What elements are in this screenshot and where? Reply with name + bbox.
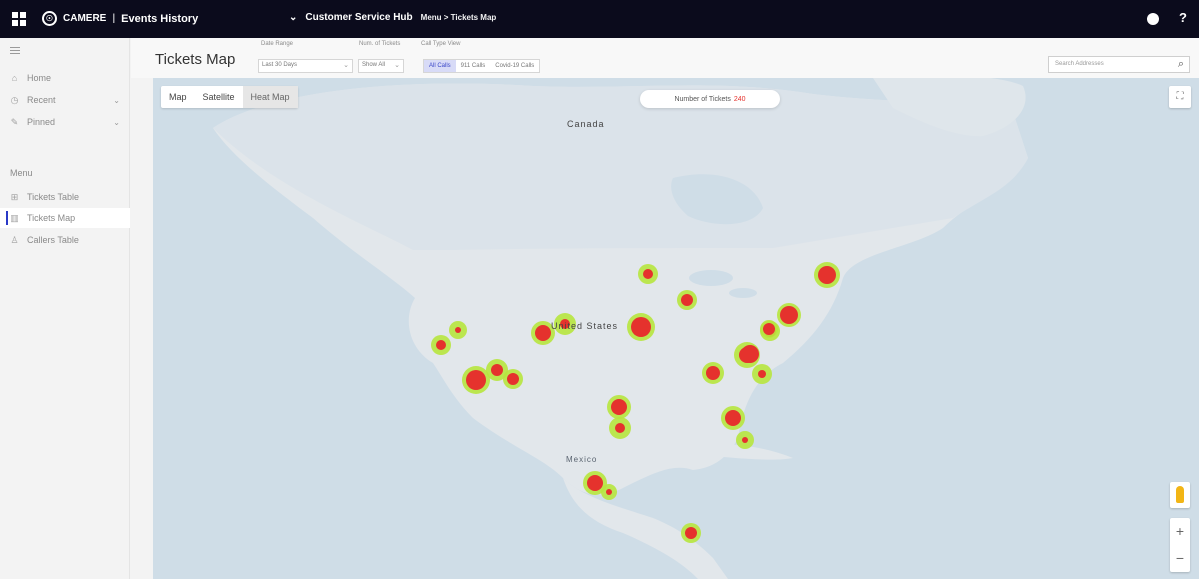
call-type-label: Call Type View xyxy=(421,41,461,47)
street-view-pegman-icon[interactable] xyxy=(1170,482,1190,508)
brand: ☉ CAMERE | Events History xyxy=(42,11,198,26)
sidebar-item-home[interactable]: ⌂ Home xyxy=(0,68,130,88)
hub-name[interactable]: Customer Service Hub xyxy=(305,12,412,23)
tickets-count-label: Number of Tickets xyxy=(674,95,731,103)
chevron-down-icon: ⌄ xyxy=(394,62,400,69)
top-bar: ☉ CAMERE | Events History ⌄ Customer Ser… xyxy=(0,0,1199,38)
tab-heat-map[interactable]: Heat Map xyxy=(242,86,298,108)
tickets-count-value: 240 xyxy=(733,95,746,103)
date-range-select[interactable]: Last 30 Days ⌄ xyxy=(258,59,353,73)
brand-logo-icon: ☉ xyxy=(42,11,57,26)
sidebar-item-label: Recent xyxy=(27,95,56,105)
chevron-down-icon[interactable]: ⌄ xyxy=(113,96,120,105)
map-label-mexico: Mexico xyxy=(566,455,598,464)
map-canvas[interactable]: Canada United States Mexico Map Satellit… xyxy=(153,78,1199,579)
hamburger-menu-icon[interactable] xyxy=(10,47,20,56)
map-background xyxy=(153,78,1199,579)
tickets-filter-label: Num. of Tickets xyxy=(359,41,401,47)
sidebar-item-callers-table[interactable]: ♙ Callers Table xyxy=(0,230,130,250)
menu-heading: Menu xyxy=(10,168,33,178)
brand-name: CAMERE xyxy=(63,13,107,24)
page-header: Tickets Map Date Range Last 30 Days ⌄ Nu… xyxy=(131,38,1199,78)
call-type-covid[interactable]: Covid-19 Calls xyxy=(490,60,539,72)
call-type-toggle: All Calls 911 Calls Covid-19 Calls xyxy=(423,59,541,73)
tab-satellite[interactable]: Satellite xyxy=(195,86,243,108)
sidebar-item-tickets-map[interactable]: ▥ Tickets Map xyxy=(0,208,130,228)
zoom-out-button[interactable]: − xyxy=(1170,545,1190,572)
brand-separator: | xyxy=(112,13,116,24)
app-launcher-icon[interactable] xyxy=(12,12,26,26)
top-right-actions: ? xyxy=(1147,10,1187,25)
tab-map[interactable]: Map xyxy=(161,86,195,108)
fullscreen-icon[interactable]: ⛶ xyxy=(1169,86,1191,108)
zoom-control: + − xyxy=(1170,518,1190,572)
clock-icon: ◷ xyxy=(10,94,19,105)
help-button[interactable]: ? xyxy=(1179,10,1187,25)
map-label-united-states: United States xyxy=(551,321,619,331)
person-icon: ♙ xyxy=(10,234,19,245)
settings-icon[interactable] xyxy=(1147,13,1160,25)
date-range-label: Date Range xyxy=(261,41,294,47)
map-icon: ▥ xyxy=(10,212,19,223)
breadcrumb: Menu > Tickets Map xyxy=(420,13,497,22)
sidebar-item-label: Pinned xyxy=(27,117,56,127)
page-title: Tickets Map xyxy=(155,51,236,68)
sidebar-item-label: Tickets Map xyxy=(27,213,76,223)
sidebar-item-label: Home xyxy=(27,73,52,83)
sidebar-item-label: Tickets Table xyxy=(27,192,80,202)
sidebar-item-pinned[interactable]: ✎ Pinned ⌄ xyxy=(0,112,130,132)
search-input[interactable]: Search Addresses xyxy=(1055,61,1104,67)
table-icon: ⊞ xyxy=(10,191,19,202)
chevron-down-icon[interactable]: ⌄ xyxy=(289,12,297,23)
search-icon[interactable]: ⌕ xyxy=(1178,58,1184,71)
map-label-canada: Canada xyxy=(567,119,605,129)
search-address-field[interactable]: Search Addresses ⌕ xyxy=(1048,56,1190,73)
sidebar-item-tickets-table[interactable]: ⊞ Tickets Table xyxy=(0,187,130,207)
chevron-down-icon[interactable]: ⌄ xyxy=(113,118,120,127)
call-type-all[interactable]: All Calls xyxy=(424,60,456,72)
tickets-filter-select[interactable]: Show All ⌄ xyxy=(358,59,404,73)
call-type-911[interactable]: 911 Calls xyxy=(456,60,491,72)
chevron-down-icon: ⌄ xyxy=(343,62,349,69)
app-name[interactable]: Events History xyxy=(121,13,198,25)
home-icon: ⌂ xyxy=(11,73,18,83)
pin-icon: ✎ xyxy=(10,116,19,127)
hub-switcher[interactable]: ⌄ Customer Service Hub Menu > Tickets Ma… xyxy=(289,12,496,23)
sidebar-item-recent[interactable]: ◷ Recent ⌄ xyxy=(0,90,130,110)
sidebar-item-label: Callers Table xyxy=(27,235,79,245)
tickets-filter-value: Show All xyxy=(362,62,386,68)
zoom-in-button[interactable]: + xyxy=(1170,518,1190,545)
map-type-tabs: Map Satellite Heat Map xyxy=(161,86,298,108)
date-range-value: Last 30 Days xyxy=(262,62,298,68)
tickets-count-badge: Number of Tickets 240 xyxy=(640,90,780,108)
sidebar: ⌂ Home ◷ Recent ⌄ ✎ Pinned ⌄ Menu ⊞ Tick… xyxy=(0,38,130,579)
